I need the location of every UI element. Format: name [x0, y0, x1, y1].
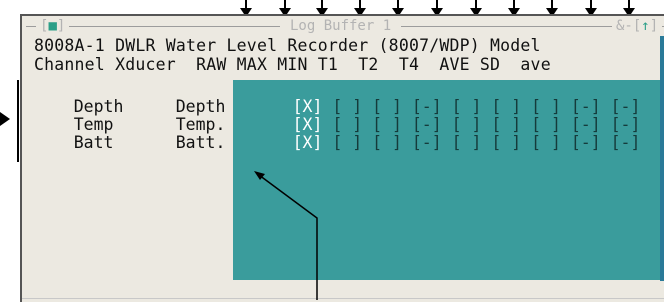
column-headers: Channel Xducer RAW MAX MIN T1 T2 T4 AVE … — [34, 55, 551, 74]
sd-checkbox[interactable]: [-] — [571, 134, 601, 152]
callout-bracket-line — [17, 80, 19, 162]
t1-checkbox[interactable]: [-] — [412, 134, 442, 152]
ave2-checkbox[interactable]: [-] — [611, 134, 641, 152]
callout-pointer-left — [0, 80, 19, 162]
log-buffer-window: [■] Log Buffer 1 &-[↑] 8008A-1 DWLR Wate… — [20, 14, 664, 302]
raw-checkbox[interactable]: [X] — [293, 134, 323, 152]
close-button[interactable]: [■] — [36, 17, 70, 35]
ave-checkbox[interactable]: [ ] — [531, 134, 561, 152]
window-bottom-rule — [22, 298, 664, 299]
t4-checkbox[interactable]: [ ] — [491, 134, 521, 152]
channel-row-batt: Batt Batt. [X] [ ] [ ] [-] [ ] [ ] [ ] [-… — [34, 116, 641, 152]
max-checkbox[interactable]: [ ] — [332, 134, 362, 152]
vertical-scrollbar[interactable] — [660, 36, 664, 281]
maximize-up-icon[interactable]: ↑ — [641, 18, 649, 34]
channel-row-depth: Depth Depth [X] [ ] [ ] [-] [ ] [ ] [ ] [… — [34, 80, 641, 116]
controls-prefix: &-[ — [616, 18, 642, 34]
min-checkbox[interactable]: [ ] — [372, 134, 402, 152]
controls-suffix: ] — [649, 18, 659, 34]
channel-row-temp: Temp Temp. [X] [ ] [ ] [-] [ ] [ ] [ ] [-… — [34, 98, 641, 134]
t2-checkbox[interactable]: [ ] — [452, 134, 482, 152]
right-arrow-icon — [0, 112, 10, 126]
row-cells: [X] [ ] [ ] [-] [ ] [ ] [ ] [-] [-] — [233, 116, 641, 170]
window-title: Log Buffer 1 — [280, 17, 402, 35]
channel-name: Batt — [73, 133, 114, 152]
close-dot-icon: ■ — [48, 18, 57, 34]
device-header: 8008A-1 DWLR Water Level Recorder (8007/… — [34, 36, 541, 55]
window-controls[interactable]: &-[↑] — [612, 17, 663, 35]
